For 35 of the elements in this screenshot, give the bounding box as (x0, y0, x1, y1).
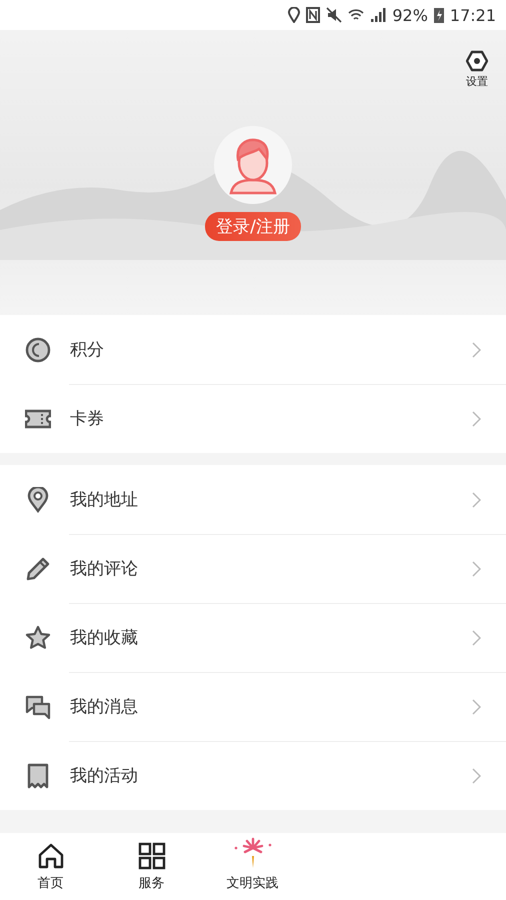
menu-item[interactable]: 卡券 (0, 384, 506, 453)
grid-icon (138, 842, 166, 870)
menu-item[interactable]: 我的收藏 (0, 603, 506, 672)
star-icon (25, 624, 51, 650)
settings-button[interactable]: 设置 (466, 50, 488, 89)
chevron-right-icon (471, 698, 481, 714)
menu-item[interactable]: 我的地址 (0, 465, 506, 534)
location-pin-icon (25, 486, 51, 512)
tab-bar-item[interactable]: 服务 (101, 833, 202, 900)
battery-percent: 92% (392, 6, 428, 24)
login-register-button[interactable]: 登录/注册 (205, 212, 301, 241)
chevron-right-icon (471, 630, 481, 646)
pencil-icon (25, 556, 51, 582)
coin-icon (25, 336, 51, 362)
menu-item[interactable]: 我的评论 (0, 534, 506, 603)
receipt-icon (25, 762, 51, 788)
chevron-right-icon (471, 410, 481, 426)
tab-bar-item[interactable]: 首页 (0, 833, 101, 900)
menu-item[interactable]: 积分 (0, 315, 506, 384)
battery-charging-icon (434, 7, 444, 23)
chat-bubbles-icon (25, 694, 51, 720)
chevron-right-icon (471, 768, 481, 784)
chevron-right-icon (471, 492, 481, 508)
mute-icon (326, 7, 342, 23)
status-time: 17:21 (450, 6, 496, 24)
signal-icon (370, 7, 386, 23)
chevron-right-icon (471, 342, 481, 358)
menu-item[interactable]: 我的活动 (0, 741, 506, 810)
home-icon (36, 842, 64, 870)
chevron-right-icon (471, 560, 481, 576)
nfc-icon (306, 7, 320, 23)
settings-icon (466, 50, 488, 72)
tab-bar-item[interactable]: 文明实践 (202, 833, 303, 900)
location-icon (288, 7, 300, 23)
menu-item[interactable]: 我的消息 (0, 672, 506, 741)
